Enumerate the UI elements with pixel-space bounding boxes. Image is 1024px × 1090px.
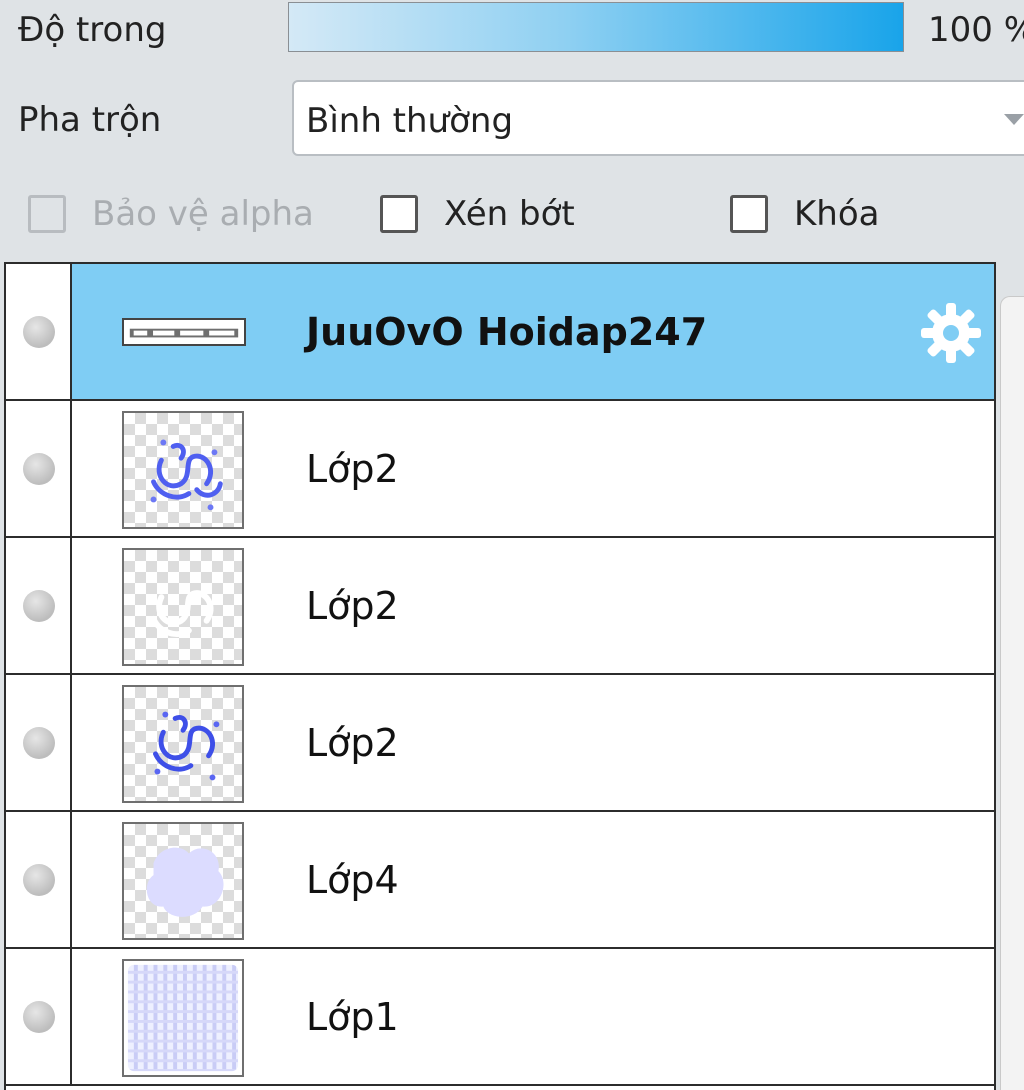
layer-list: JuuOvO Hoidap247 Lớp2 Lớp2 Lớp2 Lớp4 Lớp… — [4, 262, 996, 1090]
layer-row[interactable]: Lớp2 — [6, 401, 994, 538]
lavender-blob-thumbnail — [122, 822, 244, 940]
blend-mode-value: Bình thường — [306, 101, 514, 141]
visibility-toggle[interactable] — [6, 538, 72, 673]
visibility-dot-icon — [23, 1000, 55, 1033]
visibility-toggle[interactable] — [6, 675, 72, 810]
layer-row[interactable]: Lớp2 — [6, 675, 994, 812]
protect-alpha-label: Bảo vệ alpha — [92, 194, 314, 234]
visibility-dot-icon — [23, 452, 55, 485]
visibility-toggle[interactable] — [6, 812, 72, 947]
opacity-value: 100 % — [928, 10, 1024, 50]
chevron-down-icon — [1004, 114, 1024, 125]
blue-doodle-thumbnail — [122, 685, 244, 803]
layer-row[interactable]: Lớp2 — [6, 538, 994, 675]
opacity-label: Độ trong — [18, 10, 167, 50]
layer-row[interactable]: JuuOvO Hoidap247 — [6, 264, 994, 401]
layer-name: JuuOvO Hoidap247 — [306, 309, 708, 354]
text-layer-thumbnail — [122, 318, 246, 346]
layer-name: Lớp4 — [306, 857, 399, 902]
clipping-label: Xén bớt — [444, 194, 575, 234]
opacity-slider[interactable] — [288, 2, 904, 52]
clipping-checkbox[interactable]: Xén bớt — [380, 190, 575, 238]
layer-name: Lớp2 — [306, 720, 399, 765]
layer-name: Lớp2 — [306, 446, 399, 491]
layer-row[interactable]: Lớp1 — [6, 949, 994, 1086]
blend-mode-label: Pha trộn — [18, 100, 162, 140]
lock-label: Khóa — [794, 194, 880, 234]
grid-pattern-thumbnail — [122, 959, 244, 1077]
blue-doodle-thumbnail — [122, 411, 244, 529]
gear-icon[interactable] — [918, 300, 984, 366]
checkbox-box — [28, 195, 66, 233]
protect-alpha-checkbox[interactable]: Bảo vệ alpha — [28, 190, 314, 238]
layer-name: Lớp2 — [306, 583, 399, 628]
visibility-toggle[interactable] — [6, 401, 72, 536]
layer-name: Lớp1 — [306, 994, 399, 1039]
visibility-dot-icon — [23, 863, 55, 896]
checkbox-box — [730, 195, 768, 233]
white-doodle-thumbnail — [122, 548, 244, 666]
checkbox-box — [380, 195, 418, 233]
visibility-dot-icon — [23, 315, 55, 348]
lock-checkbox[interactable]: Khóa — [730, 190, 879, 238]
visibility-toggle[interactable] — [6, 264, 72, 399]
blend-mode-select[interactable]: Bình thường — [292, 80, 1024, 156]
visibility-dot-icon — [23, 589, 55, 622]
visibility-toggle[interactable] — [6, 949, 72, 1084]
visibility-dot-icon — [23, 726, 55, 759]
layer-list-scrollbar[interactable] — [1000, 296, 1024, 1090]
layer-row[interactable]: Lớp4 — [6, 812, 994, 949]
